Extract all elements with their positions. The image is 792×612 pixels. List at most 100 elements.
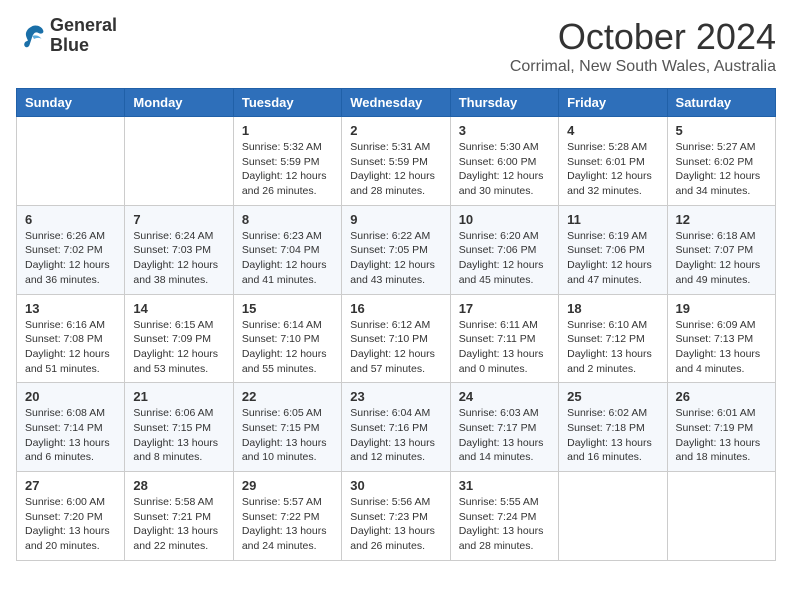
calendar-cell: 16 Sunrise: 6:12 AM Sunset: 7:10 PM Dayli… <box>342 294 450 383</box>
calendar-cell: 29 Sunrise: 5:57 AM Sunset: 7:22 PM Dayli… <box>233 472 341 561</box>
day-info: Sunrise: 6:18 AM Sunset: 7:07 PM Dayligh… <box>676 229 767 288</box>
calendar-cell: 22 Sunrise: 6:05 AM Sunset: 7:15 PM Dayli… <box>233 383 341 472</box>
day-number: 7 <box>133 212 224 227</box>
day-info: Sunrise: 5:58 AM Sunset: 7:21 PM Dayligh… <box>133 495 224 554</box>
day-info: Sunrise: 6:04 AM Sunset: 7:16 PM Dayligh… <box>350 406 441 465</box>
logo-bird-icon <box>16 21 46 51</box>
location-subtitle: Corrimal, New South Wales, Australia <box>510 58 776 76</box>
day-number: 11 <box>567 212 658 227</box>
calendar-week-4: 20 Sunrise: 6:08 AM Sunset: 7:14 PM Dayli… <box>17 383 776 472</box>
day-number: 2 <box>350 123 441 138</box>
logo-text: General Blue <box>50 16 117 56</box>
day-number: 12 <box>676 212 767 227</box>
day-number: 3 <box>459 123 550 138</box>
calendar-table: SundayMondayTuesdayWednesdayThursdayFrid… <box>16 88 776 561</box>
day-number: 6 <box>25 212 116 227</box>
day-info: Sunrise: 5:28 AM Sunset: 6:01 PM Dayligh… <box>567 140 658 199</box>
day-number: 27 <box>25 478 116 493</box>
calendar-cell: 3 Sunrise: 5:30 AM Sunset: 6:00 PM Daylig… <box>450 117 558 206</box>
day-info: Sunrise: 6:02 AM Sunset: 7:18 PM Dayligh… <box>567 406 658 465</box>
calendar-cell <box>17 117 125 206</box>
day-number: 5 <box>676 123 767 138</box>
day-info: Sunrise: 5:32 AM Sunset: 5:59 PM Dayligh… <box>242 140 333 199</box>
calendar-week-5: 27 Sunrise: 6:00 AM Sunset: 7:20 PM Dayli… <box>17 472 776 561</box>
day-number: 20 <box>25 389 116 404</box>
calendar-cell: 31Sunrise: 5:55 AM Sunset: 7:24 PM Dayli… <box>450 472 558 561</box>
calendar-cell: 25 Sunrise: 6:02 AM Sunset: 7:18 PM Dayli… <box>559 383 667 472</box>
day-info: Sunrise: 6:05 AM Sunset: 7:15 PM Dayligh… <box>242 406 333 465</box>
day-number: 28 <box>133 478 224 493</box>
calendar-cell: 10 Sunrise: 6:20 AM Sunset: 7:06 PM Dayli… <box>450 205 558 294</box>
day-info: Sunrise: 6:23 AM Sunset: 7:04 PM Dayligh… <box>242 229 333 288</box>
day-number: 30 <box>350 478 441 493</box>
calendar-cell: 12 Sunrise: 6:18 AM Sunset: 7:07 PM Dayli… <box>667 205 775 294</box>
month-title: October 2024 <box>510 16 776 58</box>
day-info: Sunrise: 5:30 AM Sunset: 6:00 PM Dayligh… <box>459 140 550 199</box>
calendar-cell: 26 Sunrise: 6:01 AM Sunset: 7:19 PM Dayli… <box>667 383 775 472</box>
calendar-cell: 28 Sunrise: 5:58 AM Sunset: 7:21 PM Dayli… <box>125 472 233 561</box>
day-number: 13 <box>25 301 116 316</box>
calendar-cell: 13 Sunrise: 6:16 AM Sunset: 7:08 PM Dayli… <box>17 294 125 383</box>
day-info: Sunrise: 5:57 AM Sunset: 7:22 PM Dayligh… <box>242 495 333 554</box>
day-number: 26 <box>676 389 767 404</box>
calendar-cell: 1 Sunrise: 5:32 AM Sunset: 5:59 PM Daylig… <box>233 117 341 206</box>
day-info: Sunrise: 6:01 AM Sunset: 7:19 PM Dayligh… <box>676 406 767 465</box>
calendar-cell: 19Sunrise: 6:09 AM Sunset: 7:13 PM Dayli… <box>667 294 775 383</box>
calendar-cell <box>559 472 667 561</box>
day-number: 18 <box>567 301 658 316</box>
calendar-cell: 11 Sunrise: 6:19 AM Sunset: 7:06 PM Dayli… <box>559 205 667 294</box>
day-info: Sunrise: 6:20 AM Sunset: 7:06 PM Dayligh… <box>459 229 550 288</box>
day-number: 21 <box>133 389 224 404</box>
day-info: Sunrise: 6:00 AM Sunset: 7:20 PM Dayligh… <box>25 495 116 554</box>
day-number: 16 <box>350 301 441 316</box>
day-number: 8 <box>242 212 333 227</box>
day-number: 9 <box>350 212 441 227</box>
header-cell-sunday: Sunday <box>17 89 125 117</box>
day-info: Sunrise: 6:14 AM Sunset: 7:10 PM Dayligh… <box>242 318 333 377</box>
calendar-week-2: 6Sunrise: 6:26 AM Sunset: 7:02 PM Daylig… <box>17 205 776 294</box>
day-number: 10 <box>459 212 550 227</box>
calendar-cell <box>667 472 775 561</box>
calendar-cell: 2Sunrise: 5:31 AM Sunset: 5:59 PM Daylig… <box>342 117 450 206</box>
day-number: 25 <box>567 389 658 404</box>
calendar-cell: 20 Sunrise: 6:08 AM Sunset: 7:14 PM Dayli… <box>17 383 125 472</box>
calendar-body: 1 Sunrise: 5:32 AM Sunset: 5:59 PM Daylig… <box>17 117 776 561</box>
day-info: Sunrise: 6:12 AM Sunset: 7:10 PM Dayligh… <box>350 318 441 377</box>
header-cell-friday: Friday <box>559 89 667 117</box>
header-cell-saturday: Saturday <box>667 89 775 117</box>
calendar-cell: 27 Sunrise: 6:00 AM Sunset: 7:20 PM Dayli… <box>17 472 125 561</box>
day-number: 29 <box>242 478 333 493</box>
logo: General Blue <box>16 16 117 56</box>
calendar-cell: 17 Sunrise: 6:11 AM Sunset: 7:11 PM Dayli… <box>450 294 558 383</box>
page-header: General Blue October 2024 Corrimal, New … <box>16 16 776 76</box>
calendar-week-1: 1 Sunrise: 5:32 AM Sunset: 5:59 PM Daylig… <box>17 117 776 206</box>
day-number: 22 <box>242 389 333 404</box>
header-cell-monday: Monday <box>125 89 233 117</box>
day-info: Sunrise: 5:56 AM Sunset: 7:23 PM Dayligh… <box>350 495 441 554</box>
day-number: 15 <box>242 301 333 316</box>
calendar-cell: 7Sunrise: 6:24 AM Sunset: 7:03 PM Daylig… <box>125 205 233 294</box>
day-number: 31 <box>459 478 550 493</box>
day-info: Sunrise: 6:06 AM Sunset: 7:15 PM Dayligh… <box>133 406 224 465</box>
day-number: 17 <box>459 301 550 316</box>
day-number: 4 <box>567 123 658 138</box>
day-number: 1 <box>242 123 333 138</box>
calendar-cell: 8 Sunrise: 6:23 AM Sunset: 7:04 PM Daylig… <box>233 205 341 294</box>
day-info: Sunrise: 6:11 AM Sunset: 7:11 PM Dayligh… <box>459 318 550 377</box>
calendar-cell: 5Sunrise: 5:27 AM Sunset: 6:02 PM Daylig… <box>667 117 775 206</box>
day-info: Sunrise: 6:09 AM Sunset: 7:13 PM Dayligh… <box>676 318 767 377</box>
calendar-cell: 18 Sunrise: 6:10 AM Sunset: 7:12 PM Dayli… <box>559 294 667 383</box>
calendar-cell: 6Sunrise: 6:26 AM Sunset: 7:02 PM Daylig… <box>17 205 125 294</box>
day-info: Sunrise: 6:03 AM Sunset: 7:17 PM Dayligh… <box>459 406 550 465</box>
calendar-week-3: 13 Sunrise: 6:16 AM Sunset: 7:08 PM Dayli… <box>17 294 776 383</box>
day-info: Sunrise: 6:16 AM Sunset: 7:08 PM Dayligh… <box>25 318 116 377</box>
calendar-cell: 21 Sunrise: 6:06 AM Sunset: 7:15 PM Dayli… <box>125 383 233 472</box>
day-info: Sunrise: 6:22 AM Sunset: 7:05 PM Dayligh… <box>350 229 441 288</box>
day-info: Sunrise: 6:19 AM Sunset: 7:06 PM Dayligh… <box>567 229 658 288</box>
calendar-cell: 14Sunrise: 6:15 AM Sunset: 7:09 PM Dayli… <box>125 294 233 383</box>
calendar-cell <box>125 117 233 206</box>
calendar-cell: 30 Sunrise: 5:56 AM Sunset: 7:23 PM Dayli… <box>342 472 450 561</box>
calendar-cell: 23Sunrise: 6:04 AM Sunset: 7:16 PM Dayli… <box>342 383 450 472</box>
day-info: Sunrise: 6:10 AM Sunset: 7:12 PM Dayligh… <box>567 318 658 377</box>
day-info: Sunrise: 6:08 AM Sunset: 7:14 PM Dayligh… <box>25 406 116 465</box>
